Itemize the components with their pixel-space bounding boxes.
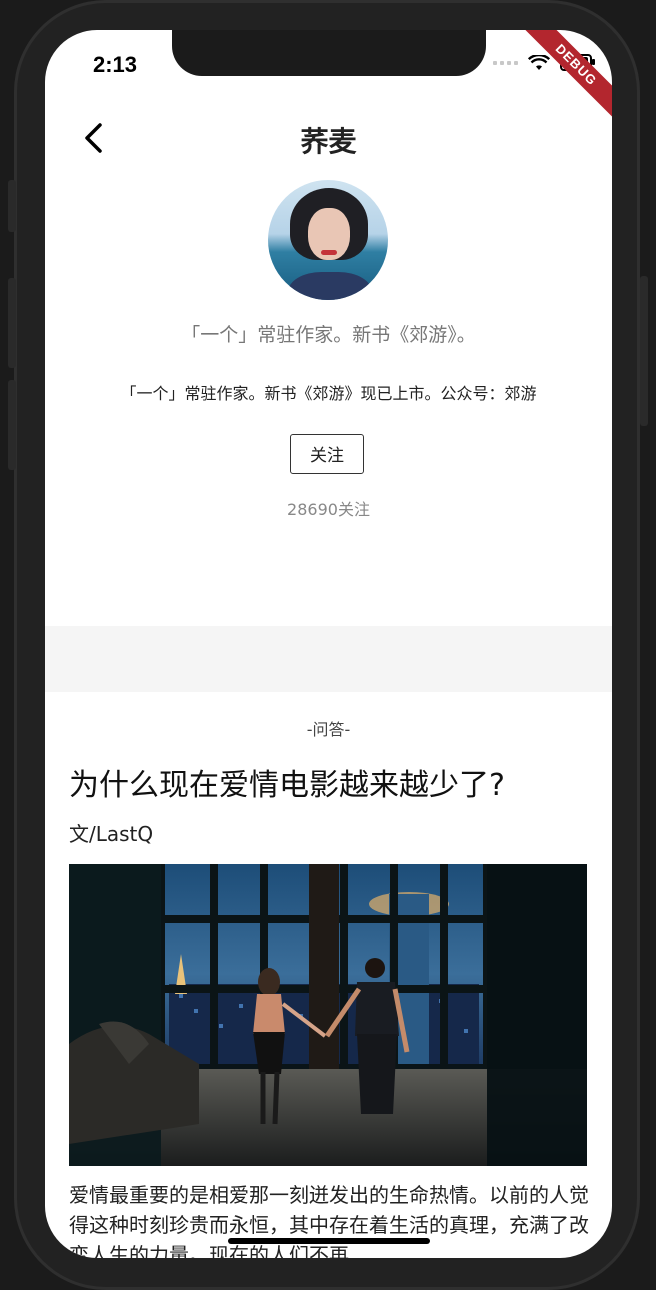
profile-subtitle: 「一个」常驻作家。新书《郊游》。	[181, 324, 476, 346]
profile-intro: 「一个」常驻作家。新书《郊游》现已上市。公众号：郊游	[120, 384, 537, 403]
status-time: 2:13	[93, 52, 138, 77]
article-cover-image[interactable]	[69, 864, 587, 1166]
article-author: 文/LastQ	[69, 822, 154, 846]
volume-down-button	[8, 380, 16, 470]
screen: 2:13 DEBUG 荞麦 「一个」常驻作家。新书《郊游》。 「一个」常驻作家。…	[45, 30, 612, 1258]
home-indicator[interactable]	[228, 1238, 430, 1244]
notch	[172, 30, 486, 76]
section-tag: -问答-	[306, 720, 351, 739]
wifi-icon	[528, 54, 550, 70]
follow-button[interactable]: 关注	[290, 434, 364, 474]
mute-switch	[8, 180, 16, 232]
article-title[interactable]: 为什么现在爱情电影越来越少了?	[69, 760, 505, 804]
page-title: 荞麦	[300, 125, 357, 158]
avatar	[268, 180, 388, 300]
article-body: 爱情最重要的是相爱那一刻迸发出的生命热情。以前的人觉得这种时刻珍贵而永恒，其中存…	[69, 1183, 589, 1258]
signal-icon	[493, 60, 518, 65]
follower-count: 28690关注	[287, 500, 370, 519]
power-button	[640, 276, 648, 426]
volume-up-button	[8, 278, 16, 368]
section-divider	[45, 626, 612, 692]
cover-illustration	[69, 864, 587, 1166]
